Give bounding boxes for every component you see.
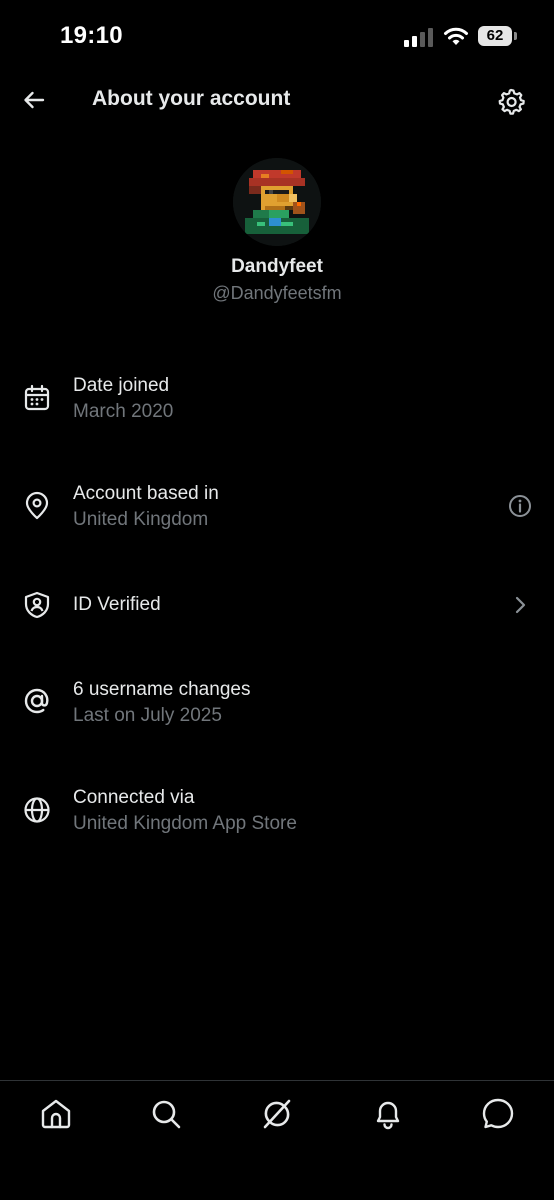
info-title: Connected via xyxy=(73,787,195,808)
info-row-connected-via: Connected via United Kingdom App Store xyxy=(0,774,554,844)
chevron-right-icon[interactable] xyxy=(506,591,534,619)
globe-icon xyxy=(24,797,50,823)
gear-icon[interactable] xyxy=(496,86,526,116)
info-title: 6 username changes xyxy=(73,679,251,700)
info-row-id-verified[interactable]: ID Verified xyxy=(0,570,554,640)
back-arrow-icon[interactable] xyxy=(20,86,48,114)
header: About your account xyxy=(0,72,554,128)
info-icon[interactable] xyxy=(506,492,534,520)
at-sign-icon xyxy=(24,688,49,714)
battery-indicator: 62 xyxy=(478,26,518,46)
info-subtitle: United Kingdom App Store xyxy=(73,813,297,834)
calendar-icon xyxy=(24,384,50,411)
location-pin-icon xyxy=(25,491,49,520)
status-bar: 19:10 62 xyxy=(0,0,554,72)
info-row-username-changes: 6 username changes Last on July 2025 xyxy=(0,666,554,736)
username-handle: @Dandyfeetsfm xyxy=(212,283,342,303)
shield-person-icon xyxy=(24,591,50,619)
wifi-icon xyxy=(444,27,468,45)
info-row-date-joined: Date joined March 2020 xyxy=(0,362,554,432)
info-subtitle: United Kingdom xyxy=(73,509,209,530)
home-icon[interactable] xyxy=(38,1096,74,1132)
status-time: 19:10 xyxy=(60,22,123,49)
bottom-tab-bar xyxy=(0,1080,554,1200)
info-row-account-based-in: Account based in United Kingdom xyxy=(0,470,554,540)
battery-tip xyxy=(514,32,517,40)
info-title: ID Verified xyxy=(73,594,161,615)
search-icon[interactable] xyxy=(148,1096,184,1132)
messages-icon[interactable] xyxy=(480,1096,516,1132)
cellular-signal-icon xyxy=(404,28,433,47)
avatar[interactable] xyxy=(233,158,321,246)
grok-icon[interactable] xyxy=(259,1096,295,1132)
page-title: About your account xyxy=(92,87,291,110)
profile-section: Dandyfeet @Dandyfeetsfm xyxy=(0,158,554,304)
info-subtitle: Last on July 2025 xyxy=(73,705,222,726)
info-title: Account based in xyxy=(73,483,219,504)
notifications-icon[interactable] xyxy=(370,1096,406,1132)
info-subtitle: March 2020 xyxy=(73,401,174,422)
pixel-art-avatar-image xyxy=(233,158,321,246)
battery-level: 62 xyxy=(478,26,512,46)
info-title: Date joined xyxy=(73,375,170,396)
display-name: Dandyfeet xyxy=(231,256,323,277)
